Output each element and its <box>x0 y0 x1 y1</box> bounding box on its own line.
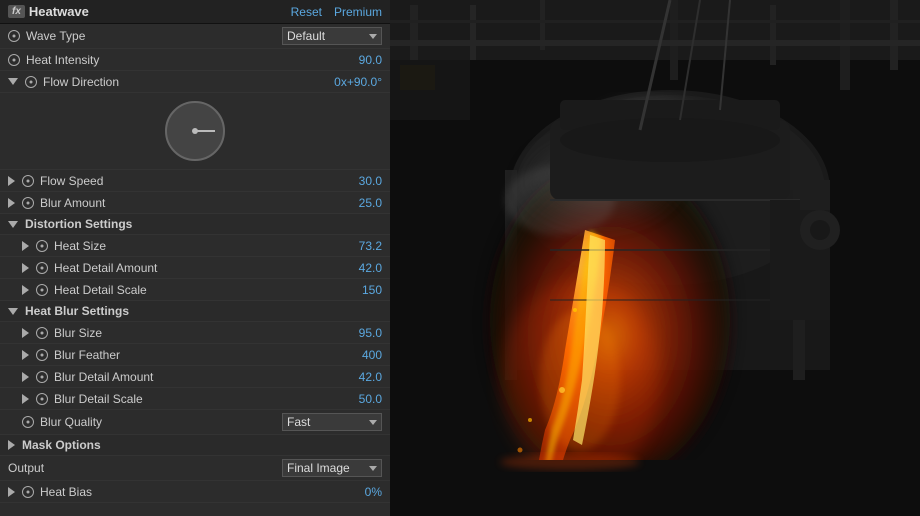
heat-size-expand-icon[interactable] <box>22 241 29 251</box>
heat-bias-stopwatch-icon[interactable] <box>22 486 34 498</box>
output-row: Output Final Image <box>0 456 390 481</box>
wave-type-dropdown[interactable]: Default <box>282 27 382 45</box>
heat-intensity-value[interactable]: 90.0 <box>332 53 382 67</box>
blur-feather-expand-icon[interactable] <box>22 350 29 360</box>
panel-title: Heatwave <box>29 4 89 19</box>
blur-detail-scale-label: Blur Detail Scale <box>22 392 332 406</box>
panel-title-area: fx Heatwave <box>8 4 89 19</box>
heat-intensity-label: Heat Intensity <box>8 53 332 67</box>
blur-detail-amount-expand-icon[interactable] <box>22 372 29 382</box>
blur-detail-scale-stopwatch-icon[interactable] <box>36 393 48 405</box>
heat-detail-scale-expand-icon[interactable] <box>22 285 29 295</box>
flow-direction-row: Flow Direction 0x+90.0° <box>0 71 390 93</box>
flow-speed-label: Flow Speed <box>8 174 332 188</box>
blur-quality-label: Blur Quality <box>22 415 282 429</box>
blur-quality-dropdown-arrow-icon <box>369 420 377 425</box>
output-dropdown-arrow-icon <box>369 466 377 471</box>
dial-needle <box>195 130 215 132</box>
blur-quality-row: Blur Quality Fast <box>0 410 390 435</box>
heat-detail-amount-value[interactable]: 42.0 <box>332 261 382 275</box>
blur-feather-stopwatch-icon[interactable] <box>36 349 48 361</box>
blur-amount-label: Blur Amount <box>8 196 332 210</box>
effects-panel: fx Heatwave Reset Premium Wave Type Defa… <box>0 0 390 516</box>
premium-button[interactable]: Premium <box>334 5 382 19</box>
blur-feather-row: Blur Feather 400 <box>0 344 390 366</box>
heat-bias-expand-icon[interactable] <box>8 487 15 497</box>
flow-speed-stopwatch-icon[interactable] <box>22 175 34 187</box>
blur-detail-amount-row: Blur Detail Amount 42.0 <box>0 366 390 388</box>
blur-amount-row: Blur Amount 25.0 <box>0 192 390 214</box>
blur-quality-stopwatch-icon[interactable] <box>22 416 34 428</box>
blur-feather-label: Blur Feather <box>22 348 332 362</box>
heat-detail-amount-expand-icon[interactable] <box>22 263 29 273</box>
distortion-settings-expand-icon[interactable] <box>8 221 18 228</box>
heat-detail-scale-value[interactable]: 150 <box>332 283 382 297</box>
flow-direction-expand-icon[interactable] <box>8 78 18 85</box>
flow-direction-dial-container <box>0 93 390 170</box>
blur-size-value[interactable]: 95.0 <box>332 326 382 340</box>
flow-direction-label: Flow Direction <box>8 75 332 89</box>
blur-size-expand-icon[interactable] <box>22 328 29 338</box>
output-label: Output <box>8 461 282 475</box>
flow-speed-row: Flow Speed 30.0 <box>0 170 390 192</box>
blur-detail-scale-row: Blur Detail Scale 50.0 <box>0 388 390 410</box>
heat-bias-value[interactable]: 0% <box>332 485 382 499</box>
wave-type-stopwatch-icon[interactable] <box>8 30 20 42</box>
fx-badge: fx <box>8 5 25 18</box>
heat-size-value[interactable]: 73.2 <box>332 239 382 253</box>
distortion-settings-header: Distortion Settings <box>0 214 390 235</box>
blur-detail-scale-expand-icon[interactable] <box>22 394 29 404</box>
wave-type-label: Wave Type <box>8 29 282 43</box>
blur-detail-amount-stopwatch-icon[interactable] <box>36 371 48 383</box>
flow-direction-dial[interactable] <box>165 101 225 161</box>
blur-feather-value[interactable]: 400 <box>332 348 382 362</box>
scene-svg <box>390 0 920 516</box>
flow-speed-value[interactable]: 30.0 <box>332 174 382 188</box>
blur-size-label: Blur Size <box>22 326 332 340</box>
mask-options-header: Mask Options <box>0 435 390 456</box>
blur-detail-scale-value[interactable]: 50.0 <box>332 392 382 406</box>
heat-size-label: Heat Size <box>22 239 332 253</box>
heat-blur-settings-expand-icon[interactable] <box>8 308 18 315</box>
heat-detail-scale-label: Heat Detail Scale <box>22 283 332 297</box>
blur-amount-stopwatch-icon[interactable] <box>22 197 34 209</box>
heat-size-row: Heat Size 73.2 <box>0 235 390 257</box>
wave-type-dropdown-arrow-icon <box>369 34 377 39</box>
wave-type-row: Wave Type Default <box>0 24 390 49</box>
flow-direction-stopwatch-icon[interactable] <box>25 76 37 88</box>
preview-scene <box>390 0 920 516</box>
mask-options-expand-icon[interactable] <box>8 440 15 450</box>
heat-detail-amount-stopwatch-icon[interactable] <box>36 262 48 274</box>
reset-button[interactable]: Reset <box>291 5 322 19</box>
blur-detail-amount-value[interactable]: 42.0 <box>332 370 382 384</box>
output-dropdown[interactable]: Final Image <box>282 459 382 477</box>
blur-amount-value[interactable]: 25.0 <box>332 196 382 210</box>
blur-size-stopwatch-icon[interactable] <box>36 327 48 339</box>
heat-size-stopwatch-icon[interactable] <box>36 240 48 252</box>
heat-intensity-stopwatch-icon[interactable] <box>8 54 20 66</box>
heat-detail-amount-label: Heat Detail Amount <box>22 261 332 275</box>
heat-bias-row: Heat Bias 0% <box>0 481 390 503</box>
panel-actions: Reset Premium <box>291 5 382 19</box>
heat-bias-label: Heat Bias <box>8 485 332 499</box>
blur-size-row: Blur Size 95.0 <box>0 322 390 344</box>
panel-header: fx Heatwave Reset Premium <box>0 0 390 24</box>
heat-detail-scale-stopwatch-icon[interactable] <box>36 284 48 296</box>
blur-detail-amount-label: Blur Detail Amount <box>22 370 332 384</box>
heat-blur-settings-header: Heat Blur Settings <box>0 301 390 322</box>
flow-speed-expand-icon[interactable] <box>8 176 15 186</box>
blur-quality-dropdown[interactable]: Fast <box>282 413 382 431</box>
flow-direction-value[interactable]: 0x+90.0° <box>332 75 382 89</box>
blur-amount-expand-icon[interactable] <box>8 198 15 208</box>
preview-panel <box>390 0 920 516</box>
heat-intensity-row: Heat Intensity 90.0 <box>0 49 390 71</box>
heat-detail-scale-row: Heat Detail Scale 150 <box>0 279 390 301</box>
heat-detail-amount-row: Heat Detail Amount 42.0 <box>0 257 390 279</box>
